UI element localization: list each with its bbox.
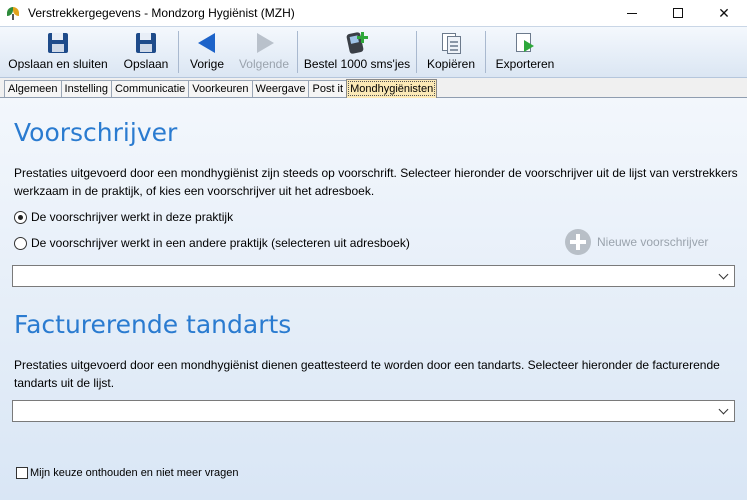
save-and-close-button[interactable]: Opslaan en sluiten	[0, 27, 116, 77]
arrow-left-icon	[195, 31, 219, 55]
billing-description: Prestaties uitgevoerd door een mondhygië…	[14, 358, 720, 390]
order-sms-label: Bestel 1000 sms'jes	[303, 57, 411, 71]
radio-other-practice-label: De voorschrijver werkt in een andere pra…	[31, 236, 410, 250]
copy-button[interactable]: Kopiëren	[419, 27, 483, 77]
toolbar-separator	[416, 31, 417, 73]
tab-weergave[interactable]: Weergave	[251, 80, 310, 97]
title-bar: Verstrekkergegevens - Mondzorg Hygiënist…	[0, 0, 747, 26]
billing-dentist-dropdown[interactable]	[12, 400, 735, 422]
tab-mondhygienisten[interactable]: Mondhygiënisten	[346, 79, 438, 98]
arrow-right-icon	[252, 31, 276, 55]
remember-choice-label: Mijn keuze onthouden en niet meer vragen	[30, 467, 239, 479]
save-label: Opslaan	[123, 57, 169, 71]
prescriber-dropdown[interactable]	[12, 265, 735, 287]
chevron-down-icon[interactable]	[718, 405, 730, 417]
copy-documents-icon	[439, 31, 463, 55]
radio-button-checked[interactable]	[14, 210, 27, 224]
remember-choice-checkbox[interactable]	[16, 467, 28, 479]
toolbar: Opslaan en sluiten Opslaan Vorige Volgen…	[0, 26, 747, 78]
floppy-disk-icon	[134, 31, 158, 55]
previous-button[interactable]: Vorige	[181, 27, 233, 77]
maximize-button[interactable]	[655, 0, 701, 26]
export-icon	[513, 31, 537, 55]
maximize-icon	[673, 8, 683, 18]
prescriber-section-title: Voorschrijver	[14, 118, 178, 147]
toolbar-separator	[485, 31, 486, 73]
next-label: Volgende	[238, 57, 290, 71]
next-button[interactable]: Volgende	[233, 27, 295, 77]
radio-other-practice[interactable]: De voorschrijver werkt in een andere pra…	[14, 236, 410, 250]
tab-algemeen[interactable]: Algemeen	[4, 80, 62, 97]
toolbar-separator	[297, 31, 298, 73]
tab-voorkeuren[interactable]: Voorkeuren	[188, 80, 253, 97]
toolbar-separator	[178, 31, 179, 73]
close-icon: ✕	[718, 4, 730, 21]
previous-label: Vorige	[189, 57, 225, 71]
order-sms-button[interactable]: Bestel 1000 sms'jes	[300, 27, 414, 77]
radio-button[interactable]	[14, 236, 27, 250]
export-label: Exporteren	[495, 57, 555, 71]
radio-same-practice-label: De voorschrijver werkt in deze praktijk	[31, 210, 234, 224]
billing-section-title: Facturerende tandarts	[14, 310, 292, 339]
window-controls: ✕	[609, 0, 747, 26]
save-button[interactable]: Opslaan	[116, 27, 176, 77]
tab-strip: Algemeen Instelling Communicatie Voorkeu…	[0, 78, 747, 98]
new-prescriber-button[interactable]: Nieuwe voorschrijver	[565, 229, 708, 255]
close-button[interactable]: ✕	[701, 0, 747, 26]
floppy-disk-icon	[46, 31, 70, 55]
save-and-close-label: Opslaan en sluiten	[8, 57, 108, 71]
content-panel: Voorschrijver Prestaties uitgevoerd door…	[0, 98, 747, 500]
prescriber-description: Prestaties uitgevoerd door een mondhygië…	[14, 166, 738, 198]
window-title: Verstrekkergegevens - Mondzorg Hygiënist…	[28, 6, 295, 20]
plus-circle-icon	[565, 229, 591, 255]
new-prescriber-label: Nieuwe voorschrijver	[597, 235, 709, 249]
chevron-down-icon[interactable]	[718, 270, 730, 282]
tab-communicatie[interactable]: Communicatie	[110, 80, 190, 97]
phone-add-icon	[345, 31, 369, 55]
tab-post-it[interactable]: Post it	[308, 80, 348, 97]
export-button[interactable]: Exporteren	[488, 27, 562, 77]
tab-instelling[interactable]: Instelling	[60, 80, 112, 97]
app-logo-icon	[6, 6, 20, 20]
radio-same-practice[interactable]: De voorschrijver werkt in deze praktijk	[14, 210, 233, 224]
minimize-button[interactable]	[609, 0, 655, 26]
remember-choice-checkbox-row[interactable]: Mijn keuze onthouden en niet meer vragen	[16, 467, 239, 479]
copy-label: Kopiëren	[426, 57, 476, 71]
minimize-icon	[627, 12, 637, 14]
